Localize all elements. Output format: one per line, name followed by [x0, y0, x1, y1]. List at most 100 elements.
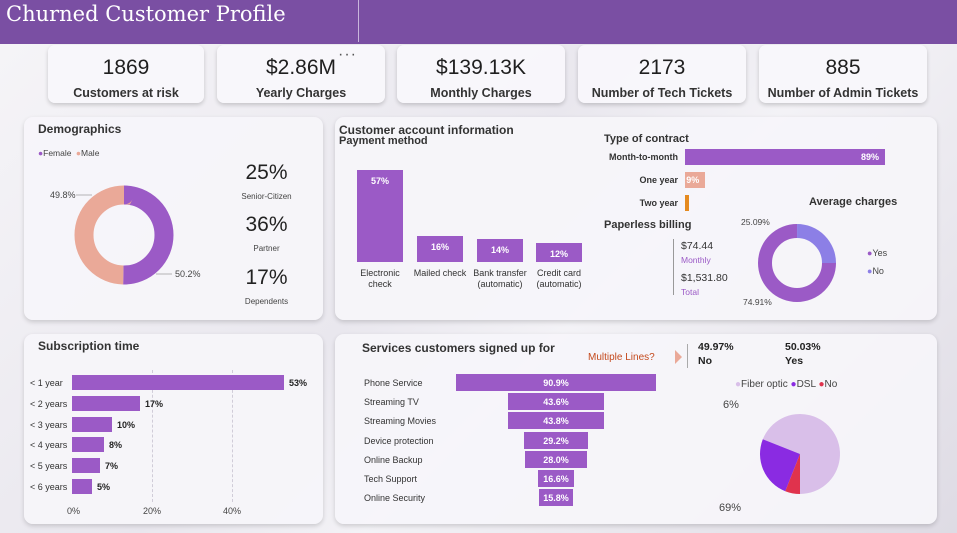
senior-citizen-label: Senior-Citizen	[241, 192, 292, 201]
multiple-lines-no-pct: 49.97%	[698, 341, 734, 353]
subscription-bar-label: 10%	[117, 419, 136, 430]
kpi-tech-tickets[interactable]: 2173 Number of Tech Tickets	[578, 45, 746, 103]
senior-citizen-value: 25%	[245, 161, 288, 184]
subscription-bar	[72, 479, 92, 494]
kpi-value: 885	[825, 56, 861, 79]
kpi-label: Monthly Charges	[430, 86, 532, 100]
subscription-bar	[72, 416, 112, 432]
service-category-label: Streaming TV	[364, 397, 419, 408]
internet-service-pie: 69%25%6%	[715, 399, 840, 514]
avg-yes-pct: 74.91%	[743, 297, 772, 307]
male-pct: 49.8%	[50, 190, 76, 200]
subscription-category-label: < 2 years	[30, 398, 68, 409]
multiple-lines-label: Multiple Lines?	[588, 352, 655, 363]
legend-yes-label: Yes	[872, 248, 888, 258]
partner-label: Partner	[253, 244, 280, 253]
paperless-title: Paperless billing	[604, 219, 692, 231]
demographics-panel[interactable]: Demographics ●Female ●Male 49.8% 50.2% 2…	[24, 117, 323, 320]
legend-no-label: No	[872, 266, 884, 276]
service-bar-label: 43.6%	[543, 397, 569, 408]
payment-category-label: Electronic check	[360, 268, 400, 289]
kpi-value: $2.86M	[265, 56, 337, 79]
more-options-icon[interactable]: ···	[338, 46, 357, 64]
subscription-category-label: < 5 years	[30, 461, 68, 472]
axis-tick: 20%	[143, 506, 162, 516]
axis-tick: 40%	[223, 506, 242, 516]
kpi-label: Customers at risk	[73, 86, 179, 100]
subscription-category-label: < 6 years	[30, 482, 68, 492]
account-panel[interactable]: Customer account information Payment met…	[335, 117, 937, 320]
contract-category-label: Two year	[639, 198, 678, 208]
kpi-monthly-charges[interactable]: $139.13K Monthly Charges	[397, 45, 565, 103]
service-category-label: Tech Support	[364, 474, 418, 484]
service-bar-label: 90.9%	[543, 378, 569, 388]
dependents-value: 17%	[245, 266, 288, 289]
divider	[687, 344, 688, 368]
subscription-panel[interactable]: Subscription time < 1 year 53% < 2 years 17…	[24, 334, 323, 524]
service-bar-label: 28.0%	[543, 454, 569, 465]
service-bar-label: 15.8%	[543, 493, 569, 504]
paperless-monthly-label: Monthly	[681, 255, 711, 265]
multiple-lines-no-label: No	[698, 355, 712, 367]
subscription-bar	[72, 395, 140, 411]
contract-bar-label: 9%	[686, 175, 700, 185]
subscription-bar-label: 5%	[97, 482, 111, 492]
kpi-customers-at-risk[interactable]: 1869 Customers at risk	[48, 45, 204, 103]
subscription-category-label: < 4 years	[30, 440, 68, 451]
service-category-label: Streaming Movies	[364, 416, 437, 427]
subscription-bar	[72, 437, 104, 453]
services-title: Services customers signed up for	[362, 341, 555, 355]
kpi-admin-tickets[interactable]: 885 Number of Admin Tickets	[759, 45, 927, 103]
subscription-bar	[72, 375, 284, 390]
payment-method-title: Payment method	[339, 135, 428, 147]
gender-donut-chart	[74, 185, 174, 285]
partner-value: 36%	[245, 213, 288, 236]
multiple-lines-yes-pct: 50.03%	[785, 341, 821, 353]
arrow-right-icon	[675, 350, 682, 364]
payment-bar-label: 16%	[430, 242, 449, 253]
kpi-label: Yearly Charges	[255, 86, 347, 100]
payment-bar-label: 57%	[370, 176, 389, 186]
subscription-bar-label: 8%	[109, 440, 123, 451]
contract-category-label: One year	[639, 175, 678, 185]
subscription-bar-label: 7%	[105, 461, 119, 472]
contract-bar	[685, 195, 690, 211]
average-charges-title: Average charges	[809, 196, 898, 208]
subscription-bar-label: 53%	[289, 378, 308, 388]
payment-bar-label: 14%	[490, 245, 509, 256]
avg-legend-no: ●No	[867, 266, 884, 276]
subscription-title: Subscription time	[38, 339, 140, 353]
contract-bar-label: 89%	[860, 152, 879, 162]
multiple-lines-yes-label: Yes	[785, 355, 804, 367]
kpi-label: Number of Admin Tickets	[767, 86, 919, 100]
kpi-label: Number of Tech Tickets	[591, 86, 733, 100]
service-category-label: Online Security	[364, 493, 426, 504]
payment-category-label: Bank transfer (automatic)	[473, 268, 527, 289]
internet-legend: ●Fiber optic ●DSL ●No	[735, 379, 837, 390]
services-panel[interactable]: Services customers signed up for Multipl…	[335, 334, 937, 524]
subscription-bar-label: 17%	[145, 398, 164, 409]
service-category-label: Device protection	[364, 435, 434, 446]
paperless-divider	[673, 239, 674, 295]
avg-legend-yes: ●Yes	[867, 248, 887, 258]
subscription-category-label: < 3 years	[30, 419, 68, 430]
payment-category-label: Credit card (automatic)	[536, 268, 582, 289]
legend-fiber: Fiber optic	[741, 379, 788, 390]
subscription-category-label: < 1 year	[30, 378, 63, 388]
paperless-total-value: $1,531.80	[681, 272, 728, 284]
service-category-label: Phone Service	[364, 378, 423, 388]
subscription-bar	[72, 458, 100, 474]
paperless-total-label: Total	[681, 287, 699, 297]
service-category-label: Online Backup	[364, 454, 423, 465]
service-bar-label: 29.2%	[543, 435, 569, 446]
kpi-yearly-charges[interactable]: $2.86M Yearly Charges	[217, 45, 385, 103]
legend-dsl: DSL	[796, 379, 816, 390]
service-bar-label: 43.8%	[543, 416, 569, 427]
avg-no-pct: 25.09%	[741, 217, 770, 227]
kpi-value: 1869	[102, 56, 150, 79]
kpi-value: 2173	[638, 56, 686, 79]
payment-bar-label: 12%	[549, 248, 568, 259]
female-pct: 50.2%	[175, 269, 201, 279]
page-title: Churned Customer Profile	[6, 2, 286, 26]
payment-category-label: Mailed check	[413, 268, 467, 278]
